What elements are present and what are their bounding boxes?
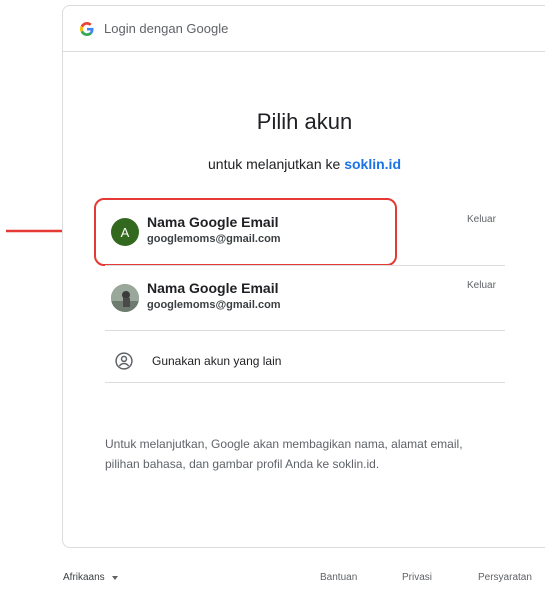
account-item-2[interactable]: Nama Google Email googlemoms@gmail.com	[105, 268, 505, 328]
terms-link[interactable]: Persyaratan	[478, 572, 532, 583]
google-g-icon	[80, 21, 94, 36]
highlight-box	[94, 198, 397, 266]
sign-out-link[interactable]: Keluar	[467, 280, 496, 291]
subtitle-prefix: untuk melanjutkan ke	[208, 156, 341, 172]
page: Login dengan Google Pilih akun untuk mel…	[0, 0, 545, 591]
help-link[interactable]: Bantuan	[320, 572, 357, 583]
sign-out-link[interactable]: Keluar	[467, 214, 496, 225]
footer: Afrikaans Bantuan Privasi Persyaratan	[0, 572, 545, 586]
use-another-account-label: Gunakan akun yang lain	[152, 353, 282, 368]
caret-down-icon	[111, 575, 118, 580]
language-label: Afrikaans	[63, 572, 105, 583]
card-header: Login dengan Google	[63, 6, 545, 52]
use-another-account-button[interactable]: Gunakan akun yang lain	[105, 338, 505, 383]
divider	[105, 330, 505, 331]
account-email: googlemoms@gmail.com	[147, 299, 281, 311]
page-title: Pilih akun	[256, 109, 353, 134]
page-subtitle: untuk melanjutkan ke soklin.id	[63, 156, 545, 172]
divider	[105, 265, 505, 266]
account-name: Nama Google Email	[147, 280, 279, 296]
profile-photo-icon	[111, 284, 139, 312]
info-text: Untuk melanjutkan, Google akan membagika…	[105, 437, 463, 471]
header-title: Login dengan Google	[104, 21, 229, 36]
account-circle-icon	[115, 351, 133, 370]
avatar-photo	[111, 284, 139, 312]
privacy-link[interactable]: Privasi	[402, 572, 432, 583]
site-link[interactable]: soklin.id	[344, 156, 401, 172]
language-selector[interactable]: Afrikaans	[63, 572, 118, 583]
account-chooser-card: Login dengan Google Pilih akun untuk mel…	[62, 5, 545, 548]
divider	[105, 382, 505, 383]
